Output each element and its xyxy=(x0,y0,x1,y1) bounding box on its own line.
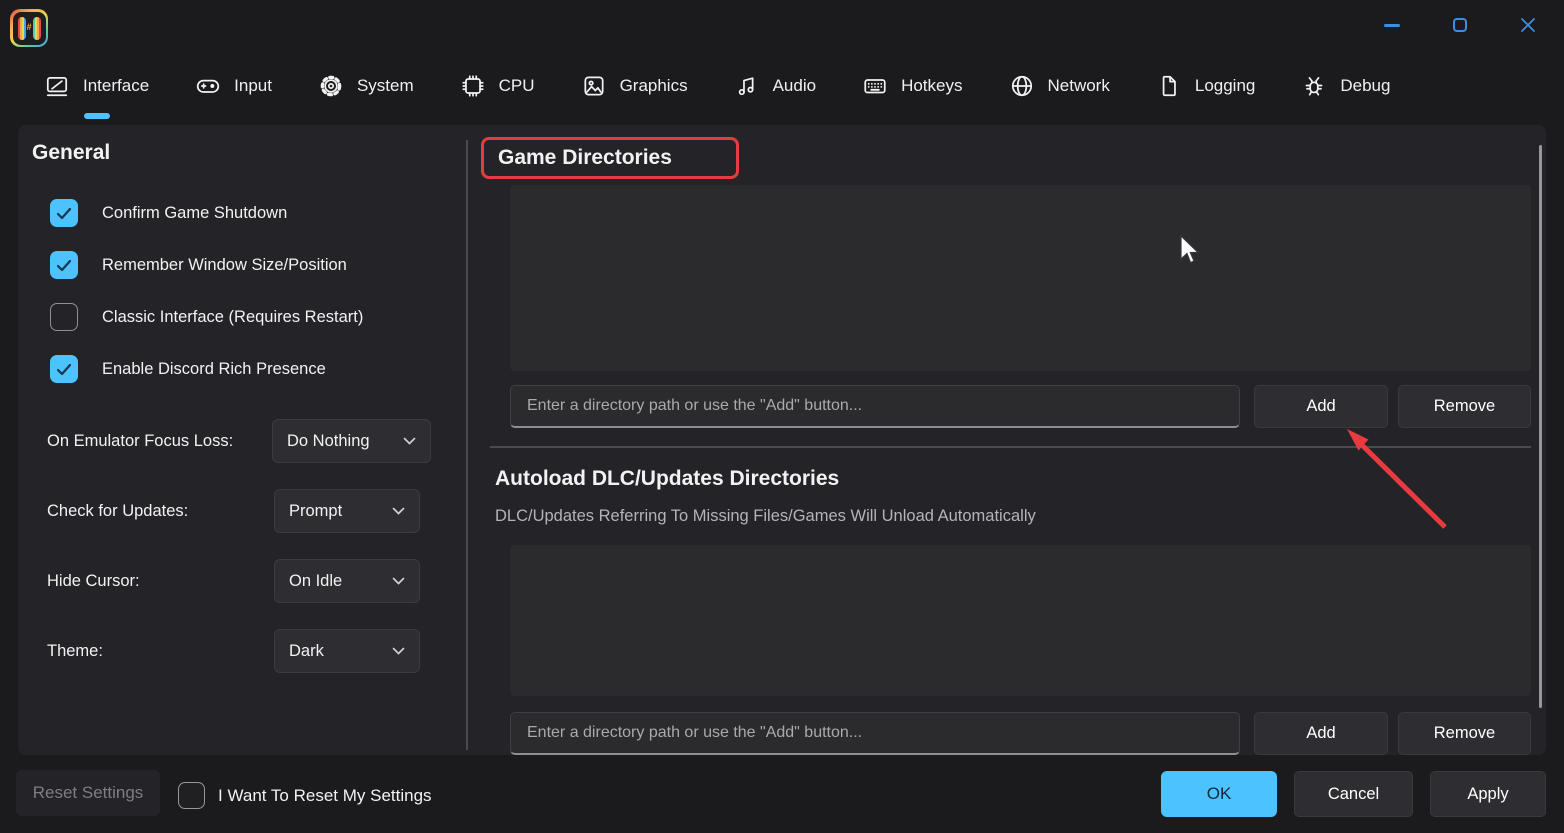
checkbox[interactable] xyxy=(50,303,78,331)
checkbox-row-classic-interface[interactable]: Classic Interface (Requires Restart) xyxy=(50,302,363,332)
check-icon xyxy=(56,207,72,220)
logo-right-bar xyxy=(33,17,41,40)
hide-cursor-dropdown[interactable]: On Idle xyxy=(274,559,420,603)
general-section-title: General xyxy=(32,141,110,165)
autoload-directory-input[interactable] xyxy=(510,712,1240,755)
gamepad-icon xyxy=(195,73,221,99)
dropdown-value: On Idle xyxy=(289,572,342,591)
dropdown-value: Do Nothing xyxy=(287,432,370,451)
checkbox-label: Confirm Game Shutdown xyxy=(102,204,287,223)
tab-system[interactable]: System xyxy=(318,73,414,99)
settings-content-panel: General Confirm Game Shutdown Remember W… xyxy=(18,125,1546,755)
section-divider xyxy=(490,446,1531,448)
panel-divider xyxy=(466,140,468,750)
tab-label: CPU xyxy=(499,76,535,96)
tab-debug[interactable]: Debug xyxy=(1301,73,1390,99)
theme-label: Theme: xyxy=(47,629,103,673)
chevron-down-icon xyxy=(392,577,405,585)
checkbox-row-remember-window[interactable]: Remember Window Size/Position xyxy=(50,250,347,280)
check-updates-dropdown[interactable]: Prompt xyxy=(274,489,420,533)
checkbox-label: Remember Window Size/Position xyxy=(102,256,347,275)
checkbox[interactable] xyxy=(50,199,78,227)
maximize-button[interactable] xyxy=(1444,11,1476,39)
focus-loss-label: On Emulator Focus Loss: xyxy=(47,419,233,463)
autoload-add-button[interactable]: Add xyxy=(1254,712,1388,755)
autoload-directories-list[interactable] xyxy=(510,545,1531,696)
game-directories-remove-button[interactable]: Remove xyxy=(1398,385,1531,428)
reset-confirm-checkbox[interactable] xyxy=(178,782,205,809)
game-directories-title: Game Directories xyxy=(484,146,672,170)
music-note-icon xyxy=(734,73,760,99)
bug-icon xyxy=(1301,73,1327,99)
dropdown-value: Prompt xyxy=(289,502,342,521)
gear-icon xyxy=(318,73,344,99)
hide-cursor-label: Hide Cursor: xyxy=(47,559,140,603)
tab-graphics[interactable]: Graphics xyxy=(581,73,688,99)
tab-label: Hotkeys xyxy=(901,76,962,96)
minimize-button[interactable] xyxy=(1376,11,1408,39)
autoload-title: Autoload DLC/Updates Directories xyxy=(495,467,839,491)
checkbox[interactable] xyxy=(50,251,78,279)
tab-label: Interface xyxy=(83,76,149,96)
logo-left-bar xyxy=(18,17,26,40)
cpu-icon xyxy=(460,73,486,99)
ok-button[interactable]: OK xyxy=(1161,771,1277,817)
check-icon xyxy=(56,363,72,376)
tab-audio[interactable]: Audio xyxy=(734,73,816,99)
checkbox-row-confirm-game-shutdown[interactable]: Confirm Game Shutdown xyxy=(50,198,287,228)
keyboard-icon xyxy=(862,73,888,99)
title-bar: # xyxy=(0,0,1564,56)
autoload-subtitle: DLC/Updates Referring To Missing Files/G… xyxy=(495,507,1036,526)
document-icon xyxy=(1156,73,1182,99)
dialog-footer: Reset Settings I Want To Reset My Settin… xyxy=(0,755,1564,833)
active-tab-indicator xyxy=(84,113,110,119)
checkbox-row-discord-presence[interactable]: Enable Discord Rich Presence xyxy=(50,354,326,384)
apply-button[interactable]: Apply xyxy=(1430,771,1546,817)
interface-icon xyxy=(44,73,70,99)
game-directories-list[interactable] xyxy=(510,185,1531,371)
dropdown-value: Dark xyxy=(289,642,324,661)
cancel-button[interactable]: Cancel xyxy=(1294,771,1413,817)
close-button[interactable] xyxy=(1512,11,1544,39)
tab-label: Debug xyxy=(1340,76,1390,96)
check-icon xyxy=(56,259,72,272)
chevron-down-icon xyxy=(392,507,405,515)
checkbox-label: Classic Interface (Requires Restart) xyxy=(102,308,363,327)
close-icon xyxy=(1518,15,1538,35)
focus-loss-dropdown[interactable]: Do Nothing xyxy=(272,419,431,463)
tab-input[interactable]: Input xyxy=(195,73,272,99)
check-updates-label: Check for Updates: xyxy=(47,489,188,533)
chevron-down-icon xyxy=(392,647,405,655)
tab-logging[interactable]: Logging xyxy=(1156,73,1256,99)
tab-interface[interactable]: Interface xyxy=(44,73,149,99)
image-icon xyxy=(581,73,607,99)
autoload-remove-button[interactable]: Remove xyxy=(1398,712,1531,755)
tab-label: System xyxy=(357,76,414,96)
tab-hotkeys[interactable]: Hotkeys xyxy=(862,73,962,99)
reset-confirm-label: I Want To Reset My Settings xyxy=(218,782,432,809)
globe-icon xyxy=(1009,73,1035,99)
tab-label: Audio xyxy=(773,76,816,96)
reset-settings-button[interactable]: Reset Settings xyxy=(16,770,160,816)
app-logo: # xyxy=(10,9,48,47)
settings-tab-bar: Interface Input System CPU Graphics xyxy=(44,62,1390,110)
game-directory-input[interactable] xyxy=(510,385,1240,428)
game-directories-add-button[interactable]: Add xyxy=(1254,385,1388,428)
chevron-down-icon xyxy=(403,437,416,445)
tab-label: Input xyxy=(234,76,272,96)
annotation-red-box: Game Directories xyxy=(481,137,739,179)
logo-hash: # xyxy=(27,22,32,32)
theme-dropdown[interactable]: Dark xyxy=(274,629,420,673)
tab-cpu[interactable]: CPU xyxy=(460,73,535,99)
tab-network[interactable]: Network xyxy=(1009,73,1110,99)
tab-label: Graphics xyxy=(620,76,688,96)
checkbox-label: Enable Discord Rich Presence xyxy=(102,360,326,379)
checkbox[interactable] xyxy=(50,355,78,383)
tab-label: Logging xyxy=(1195,76,1256,96)
maximize-icon xyxy=(1453,18,1467,32)
scrollbar[interactable] xyxy=(1539,145,1542,708)
minimize-icon xyxy=(1384,24,1400,27)
tab-label: Network xyxy=(1048,76,1110,96)
